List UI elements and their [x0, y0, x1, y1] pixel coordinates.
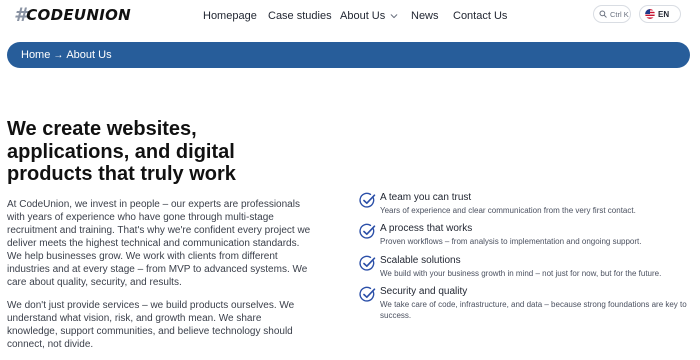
- page-title: We create websites, applications, and di…: [7, 118, 236, 185]
- logo[interactable]: # CODEUNION: [14, 5, 131, 25]
- nav-item-news[interactable]: News: [411, 9, 439, 23]
- feature-title: A process that works: [380, 223, 473, 234]
- feature-title: A team you can trust: [380, 192, 472, 203]
- mission-paragraph: We don't just provide services – we buil…: [7, 300, 295, 350]
- breadcrumb-home-link[interactable]: Home: [21, 48, 50, 62]
- nav-item-about-us-label: About Us: [340, 10, 386, 22]
- search-icon: [599, 10, 607, 18]
- logo-hash-mark: #: [14, 4, 28, 26]
- feature-title: Scalable solutions: [380, 255, 461, 266]
- feature-title: Security and quality: [380, 286, 468, 297]
- feature-description: We build with your business growth in mi…: [380, 269, 662, 278]
- language-selector[interactable]: EN: [639, 5, 681, 23]
- language-code: EN: [658, 9, 670, 19]
- chevron-down-icon: [390, 14, 398, 19]
- check-circle-icon: [359, 286, 376, 302]
- check-circle-icon: [359, 192, 376, 208]
- nav-item-homepage[interactable]: Homepage: [203, 9, 257, 23]
- check-circle-icon: [359, 223, 376, 239]
- logo-text: CODEUNION: [26, 6, 132, 24]
- breadcrumb-separator: →: [53, 49, 64, 61]
- site-header: # CODEUNION Homepage Case studies About …: [0, 0, 700, 32]
- check-circle-icon: [359, 255, 376, 271]
- feature-description: Proven workflows – from analysis to impl…: [380, 237, 642, 246]
- search-button[interactable]: Ctrl K: [593, 5, 631, 23]
- nav-item-about-us[interactable]: About Us: [340, 9, 398, 23]
- nav-item-case-studies[interactable]: Case studies: [268, 9, 332, 23]
- us-flag-icon: [645, 9, 655, 19]
- feature-description: We take care of code, infrastructure, an…: [380, 300, 687, 320]
- breadcrumb-banner: Home → About Us: [7, 42, 690, 68]
- search-shortcut: Ctrl K: [610, 9, 629, 19]
- breadcrumb-current: About Us: [66, 49, 112, 61]
- nav-item-contact-us[interactable]: Contact Us: [453, 9, 507, 23]
- feature-description: Years of experience and clear communicat…: [380, 206, 636, 215]
- intro-paragraph: At CodeUnion, we invest in people – our …: [7, 199, 311, 288]
